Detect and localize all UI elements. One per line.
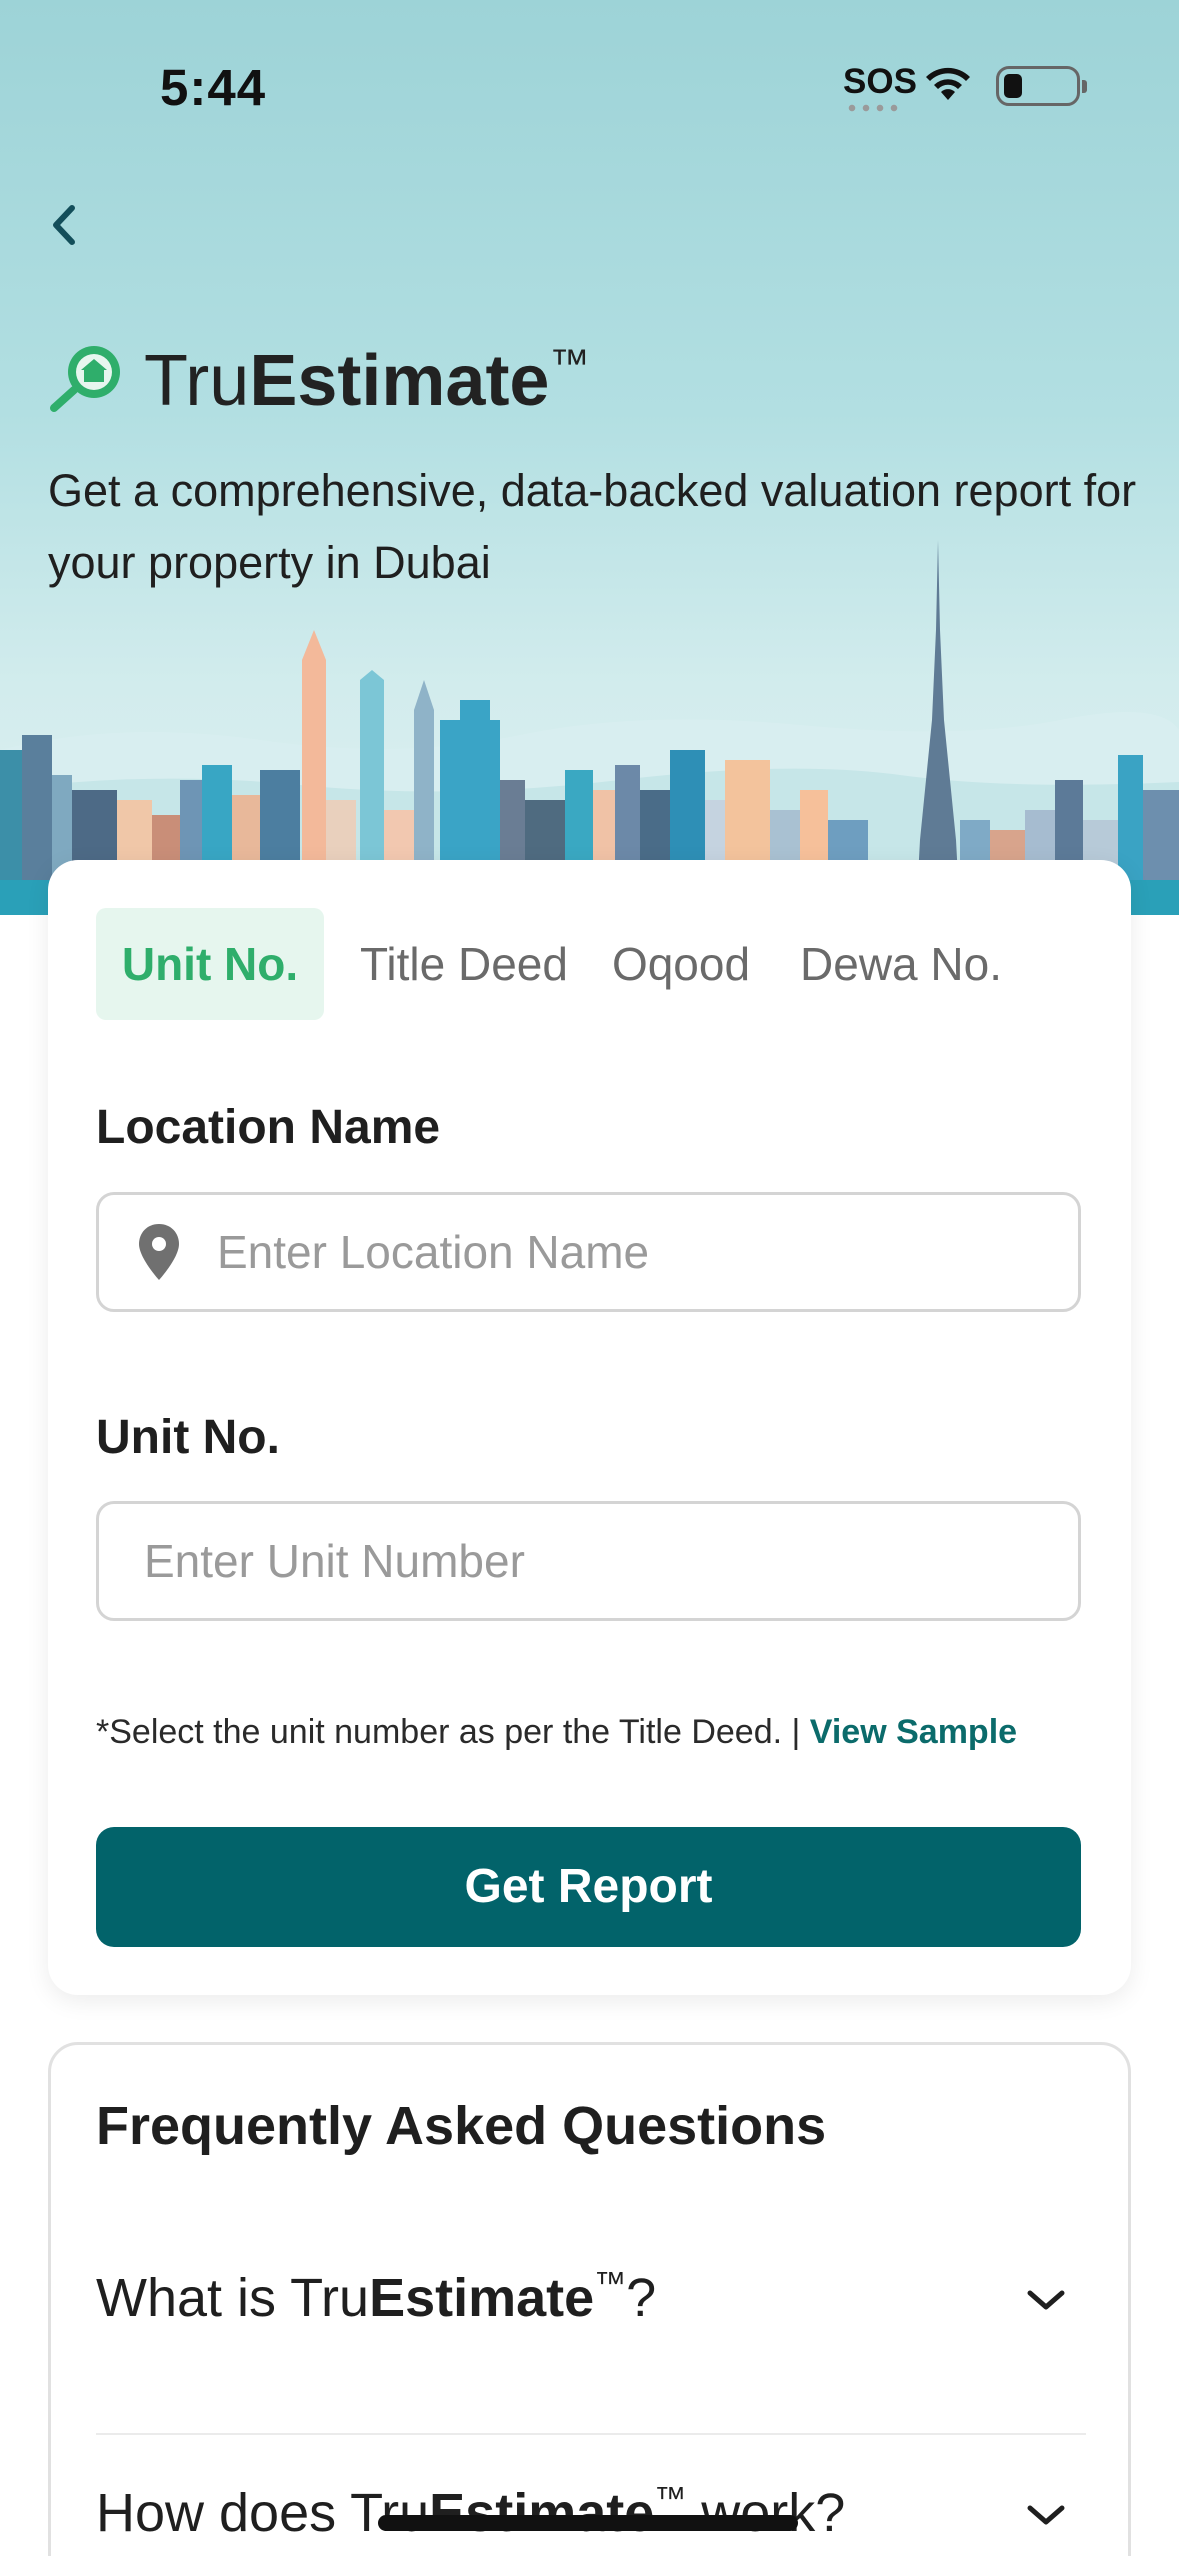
faq-section: Frequently Asked Questions What is TruEs… — [48, 2042, 1131, 2556]
truestimate-logo-icon — [50, 346, 120, 412]
faq-item[interactable]: How does TruEstimate™ work? — [96, 2445, 1086, 2556]
search-type-tabs: Unit No. Title Deed Oqood Dewa No. — [96, 908, 1086, 1020]
wifi-icon — [926, 67, 970, 100]
hero-subtitle: Get a comprehensive, data-backed valuati… — [48, 465, 1137, 588]
status-bar: 5:44 SOS — [0, 0, 1179, 170]
location-name-input[interactable] — [217, 1195, 1057, 1309]
chevron-down-icon — [1027, 2290, 1065, 2310]
tab-oqood[interactable]: Oqood — [596, 908, 766, 1020]
location-name-field[interactable] — [96, 1192, 1081, 1312]
brand-name: TruEstimate™ — [144, 341, 590, 421]
back-button[interactable] — [36, 190, 116, 270]
signal-dots-icon — [845, 104, 903, 112]
faq-question: What is TruEstimate™? — [96, 2265, 657, 2328]
status-time: 5:44 — [160, 59, 267, 116]
chevron-left-icon — [53, 205, 75, 245]
unit-number-field[interactable] — [96, 1501, 1081, 1621]
unit-no-label: Unit No. — [96, 1411, 280, 1464]
faq-title: Frequently Asked Questions — [96, 2096, 827, 2156]
valuation-form-card: Unit No. Title Deed Oqood Dewa No. Locat… — [48, 860, 1131, 1995]
tab-dewa-no[interactable]: Dewa No. — [786, 908, 1016, 1020]
sos-indicator: SOS — [843, 62, 917, 101]
tab-title-deed[interactable]: Title Deed — [346, 908, 582, 1020]
hero-banner: 5:44 SOS TruEstimate™ Get a comprehensiv… — [0, 0, 1179, 915]
tab-unit-no[interactable]: Unit No. — [96, 908, 324, 1020]
chevron-down-icon — [1027, 2505, 1065, 2525]
location-name-label: Location Name — [96, 1101, 441, 1154]
location-pin-icon — [139, 1224, 179, 1280]
faq-question: How does TruEstimate™ work? — [96, 2480, 846, 2543]
view-sample-link[interactable]: View Sample — [810, 1713, 1017, 1751]
unit-hint-text: *Select the unit number as per the Title… — [96, 1713, 810, 1751]
unit-hint: *Select the unit number as per the Title… — [96, 1713, 1017, 1752]
home-indicator[interactable] — [378, 2515, 798, 2531]
get-report-button[interactable]: Get Report — [96, 1827, 1081, 1947]
faq-divider — [96, 2433, 1086, 2435]
battery-icon — [996, 66, 1087, 106]
faq-item[interactable]: What is TruEstimate™? — [96, 2230, 1086, 2370]
unit-number-input[interactable] — [144, 1504, 1044, 1618]
